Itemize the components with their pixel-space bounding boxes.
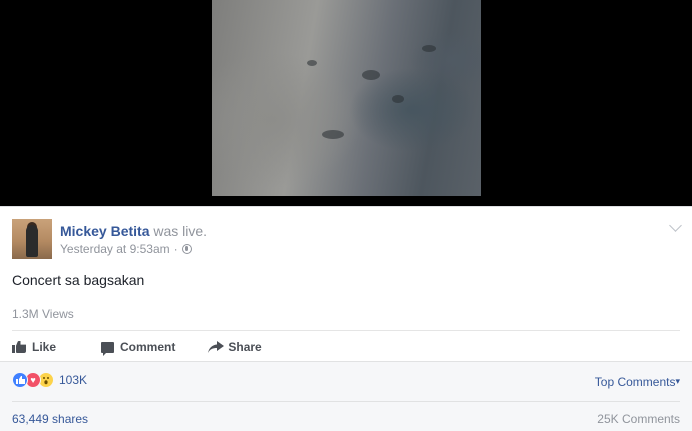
avatar[interactable]	[12, 219, 52, 259]
reactions-summary[interactable]: ♥ 103K	[12, 372, 87, 388]
post-card: Mickey Betita was live. Yesterday at 9:5…	[0, 206, 692, 431]
reaction-count: 103K	[59, 373, 88, 387]
live-status: was live.	[153, 223, 208, 239]
view-count: 1.3M Views	[12, 307, 74, 321]
thumbs-up-icon	[12, 341, 26, 353]
engagement-summary: ♥ 103K Top Comments▾ 63,449 shares 25K C…	[0, 361, 692, 431]
comment-label: Comment	[120, 340, 176, 354]
share-icon	[208, 341, 225, 353]
globe-icon[interactable]	[181, 244, 192, 254]
shares-count[interactable]: 63,449 shares	[12, 412, 88, 426]
chevron-down-icon[interactable]	[669, 219, 682, 232]
post-header: Mickey Betita was live.	[60, 223, 207, 239]
share-label: Share	[228, 340, 262, 354]
like-reaction-icon	[12, 372, 28, 388]
share-button[interactable]: Share	[208, 340, 262, 354]
divider	[12, 330, 680, 331]
comments-count[interactable]: 25K Comments	[597, 412, 680, 426]
timestamp[interactable]: Yesterday at 9:53am	[60, 242, 170, 256]
chevron-down-icon: ▾	[675, 376, 680, 386]
meta-separator: ·	[173, 242, 178, 256]
top-comments-label: Top Comments	[594, 375, 676, 389]
comment-button[interactable]: Comment	[101, 340, 176, 356]
post-caption: Concert sa bagsakan	[12, 272, 145, 288]
video-player[interactable]	[0, 0, 692, 196]
like-button[interactable]: Like	[12, 340, 56, 354]
like-label: Like	[32, 340, 57, 354]
post-meta: Yesterday at 9:53am ·	[60, 242, 192, 256]
divider	[12, 401, 680, 402]
video-frame[interactable]	[212, 0, 481, 196]
action-bar: Like Comment Share	[12, 337, 262, 357]
author-name[interactable]: Mickey Betita	[60, 223, 149, 239]
comment-icon	[101, 341, 115, 356]
top-comments-dropdown[interactable]: Top Comments▾	[595, 375, 680, 389]
